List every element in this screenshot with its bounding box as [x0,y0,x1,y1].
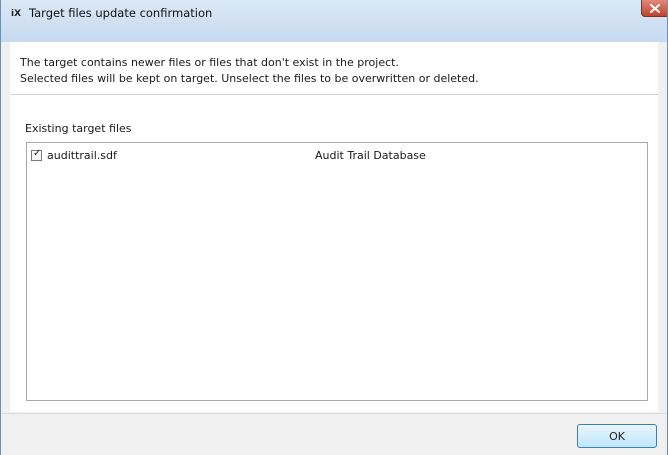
message-line-2: Selected files will be kept on target. U… [20,72,479,85]
file-description: Audit Trail Database [315,149,426,162]
window-title: Target files update confirmation [29,6,213,20]
checkmark-icon: ✓ [33,148,42,159]
file-name: audittrail.sdf [47,149,117,162]
file-checkbox[interactable]: ✓ [31,148,42,161]
existing-files-list[interactable]: ✓ audittrail.sdf Audit Trail Database [26,142,648,401]
dialog-window: iX Target files update confirmation The … [0,0,668,455]
dialog-footer: OK [1,413,667,455]
message-text: The target contains newer files or files… [20,55,479,87]
app-icon: iX [10,9,22,19]
existing-files-label: Existing target files [25,122,132,135]
separator [10,94,658,95]
dialog-content: The target contains newer files or files… [10,42,658,412]
title-bar[interactable]: iX Target files update confirmation [1,0,667,42]
list-item[interactable]: ✓ audittrail.sdf Audit Trail Database [31,148,641,165]
close-button[interactable] [641,0,667,17]
message-line-1: The target contains newer files or files… [20,56,399,69]
close-icon [650,4,660,13]
ok-button[interactable]: OK [577,424,657,448]
